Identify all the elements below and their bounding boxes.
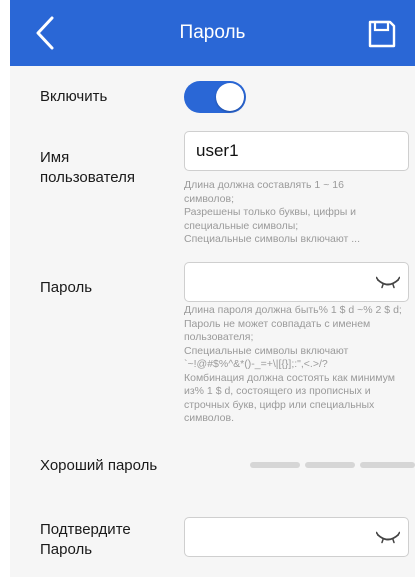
password-hint: Длина пароля должна быть% 1 $ d ~% 2 $ d… <box>184 304 415 426</box>
page-title: Пароль <box>179 22 246 43</box>
confirm-label-line1: Подтвердите <box>40 521 131 538</box>
show-password-button[interactable] <box>375 274 401 292</box>
username-label: Имя пользователя <box>40 148 135 188</box>
username-label-line2: пользователя <box>40 169 135 186</box>
password-input[interactable] <box>184 262 409 302</box>
username-input[interactable]: user1 <box>184 131 409 171</box>
app-header: Пароль <box>10 0 415 66</box>
save-icon <box>368 20 396 48</box>
username-hint-line: символов; <box>184 192 234 205</box>
toggle-knob <box>216 83 244 111</box>
password-hint-line: строчных букв, цифр или специальных <box>184 398 375 411</box>
password-settings-screen: Пароль Включить Имя пользователя user1 Д… <box>10 0 415 577</box>
eye-closed-icon <box>375 276 401 289</box>
password-hint-line: пользователя; <box>184 331 254 343</box>
password-hint-line: Длина пароля должна быть% 1 $ d ~% 2 $ d… <box>184 304 402 316</box>
password-hint-line: Пароль не может совпадать с именем <box>184 317 371 330</box>
confirm-password-label: Подтвердите Пароль <box>40 520 131 560</box>
password-hint-line: из% 1 $ d, состоящего из прописных и <box>184 385 371 397</box>
username-hint: Длина должна составлять 1 ~ 16 символов;… <box>184 179 415 247</box>
save-button[interactable] <box>367 19 397 49</box>
username-hint-line: Разрешены только буквы, цифры и <box>184 206 357 218</box>
show-confirm-password-button[interactable] <box>375 529 401 547</box>
strength-segment-3 <box>360 462 415 468</box>
username-label-line1: Имя <box>40 149 70 166</box>
password-hint-line: `~!@#$%^&*()-_=+\|[{}];:",<.>/? <box>184 358 328 370</box>
enable-toggle[interactable] <box>184 81 246 113</box>
username-value: user1 <box>196 141 239 160</box>
password-hint-line: Комбинация должна состоять как минимум <box>184 371 395 384</box>
strength-segment-1 <box>250 462 300 468</box>
eye-closed-icon <box>375 531 401 544</box>
password-strength-meter <box>250 462 415 468</box>
password-label: Пароль <box>40 279 93 296</box>
username-hint-line: Специальные символы включают ... <box>184 233 361 245</box>
confirm-password-input[interactable] <box>184 517 409 557</box>
username-hint-line: Длина должна составлять 1 ~ 16 <box>184 179 344 191</box>
password-hint-line: Специальные символы включают <box>184 344 349 357</box>
strength-segment-2 <box>305 462 355 468</box>
enable-label: Включить <box>40 88 108 105</box>
password-strength-label: Хороший пароль <box>40 457 158 474</box>
username-hint-line: специальные символы; <box>184 219 299 232</box>
password-hint-line: символов. <box>184 412 234 424</box>
confirm-label-line2: Пароль <box>40 541 93 558</box>
